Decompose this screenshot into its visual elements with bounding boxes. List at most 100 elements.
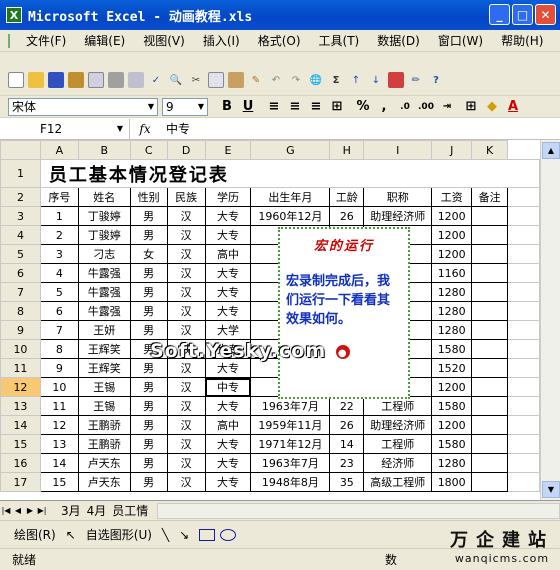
table-cell[interactable]: 男	[129, 415, 168, 435]
table-cell[interactable]: 23	[329, 453, 365, 473]
table-cell[interactable]: 1200	[431, 415, 473, 435]
undo-icon[interactable]: ↶	[268, 72, 284, 88]
table-cell[interactable]: 汉	[166, 377, 206, 397]
save-icon[interactable]	[48, 72, 64, 88]
table-cell[interactable]: 1959年11月	[250, 415, 331, 435]
table-cell[interactable]: 工程师	[363, 434, 433, 454]
sheet-title[interactable]: 员工基本情况登记表	[39, 159, 540, 188]
table-cell[interactable]: 王妍	[77, 320, 131, 340]
copy-icon[interactable]	[208, 72, 224, 88]
table-cell[interactable]: 牛露强	[77, 263, 131, 283]
table-cell[interactable]: 丁骏婷	[77, 206, 131, 226]
header-cell[interactable]: 民族	[166, 187, 206, 207]
empty-cell[interactable]	[507, 282, 540, 302]
header-cell[interactable]: 序号	[39, 187, 79, 207]
arrow-icon[interactable]: ↘	[179, 528, 189, 542]
help-icon[interactable]: ?	[428, 72, 444, 88]
row-header[interactable]: 15	[0, 434, 41, 454]
redo-icon[interactable]: ↷	[288, 72, 304, 88]
merge-center-icon[interactable]: ⊞	[328, 98, 346, 116]
table-cell[interactable]: 男	[129, 263, 168, 283]
insert-function-icon[interactable]: fx	[130, 122, 160, 136]
next-sheet-icon[interactable]: ▶	[24, 506, 36, 515]
cut-icon[interactable]: ✂	[188, 72, 204, 88]
row-header[interactable]: 5	[0, 244, 41, 264]
column-header[interactable]: G	[250, 140, 331, 160]
row-header[interactable]: 17	[0, 472, 41, 492]
table-cell[interactable]: 5	[39, 282, 79, 302]
permission-icon[interactable]	[68, 72, 84, 88]
table-cell[interactable]: 汉	[166, 472, 206, 492]
prev-sheet-icon[interactable]: ◀	[12, 506, 24, 515]
table-cell[interactable]: 王锡	[77, 377, 131, 397]
column-header[interactable]: H	[329, 140, 365, 160]
table-cell[interactable]	[471, 244, 509, 264]
table-cell[interactable]: 大专	[204, 472, 252, 492]
table-cell[interactable]	[471, 396, 509, 416]
table-cell[interactable]: 中专	[204, 377, 252, 397]
rectangle-icon[interactable]	[199, 528, 216, 541]
menu-data[interactable]: 数据(D)	[377, 32, 420, 49]
empty-cell[interactable]	[507, 377, 540, 397]
empty-cell[interactable]	[507, 339, 540, 359]
empty-cell[interactable]	[507, 415, 540, 435]
table-cell[interactable]	[471, 320, 509, 340]
format-painter-icon[interactable]: ✎	[248, 72, 264, 88]
table-cell[interactable]: 大专	[204, 434, 252, 454]
table-cell[interactable]: 大专	[204, 225, 252, 245]
column-header[interactable]: K	[471, 140, 509, 160]
empty-cell[interactable]	[507, 472, 540, 492]
table-cell[interactable]: 刁志	[77, 244, 131, 264]
fill-color-icon[interactable]: ◆	[483, 98, 501, 116]
row-header[interactable]: 1	[0, 159, 41, 188]
menu-view[interactable]: 视图(V)	[143, 32, 185, 49]
table-cell[interactable]	[471, 377, 509, 397]
table-cell[interactable]	[471, 339, 509, 359]
sheet-tab[interactable]: 3月	[58, 502, 84, 519]
table-cell[interactable]	[471, 206, 509, 226]
table-cell[interactable]: 1280	[431, 301, 473, 321]
table-cell[interactable]: 男	[129, 453, 168, 473]
comma-style-icon[interactable]: ,	[375, 98, 393, 116]
menu-insert[interactable]: 插入(I)	[203, 32, 240, 49]
table-cell[interactable]: 高中	[204, 244, 252, 264]
sort-descending-icon[interactable]: ↓	[368, 72, 384, 88]
row-header[interactable]: 4	[0, 225, 41, 245]
table-cell[interactable]: 大专	[204, 301, 252, 321]
sort-ascending-icon[interactable]: ↑	[348, 72, 364, 88]
table-cell[interactable]: 11	[39, 396, 79, 416]
table-cell[interactable]: 王锡	[77, 396, 131, 416]
table-cell[interactable]: 1800	[431, 472, 473, 492]
empty-cell[interactable]	[507, 434, 540, 454]
oval-icon[interactable]	[220, 528, 237, 541]
align-right-icon[interactable]: ≡	[307, 98, 325, 116]
table-cell[interactable]: 大专	[204, 206, 252, 226]
column-header[interactable]: C	[129, 140, 168, 160]
scroll-up-icon[interactable]: ▲	[542, 142, 560, 159]
table-cell[interactable]	[471, 358, 509, 378]
row-header[interactable]: 11	[0, 358, 41, 378]
table-cell[interactable]	[471, 434, 509, 454]
table-cell[interactable]: 1948年8月	[250, 472, 331, 492]
table-cell[interactable]	[471, 415, 509, 435]
table-cell[interactable]: 助理经济师	[363, 206, 433, 226]
research-icon[interactable]: 🔍	[168, 72, 184, 88]
table-cell[interactable]: 1963年7月	[250, 396, 331, 416]
vertical-scrollbar[interactable]: ▲ ▼	[540, 140, 560, 500]
worksheet-grid[interactable]: A B C D F E G H I J K 1员工基本情况登记表2序号姓名性别民…	[0, 140, 540, 500]
table-cell[interactable]: 汉	[166, 301, 206, 321]
menu-help[interactable]: 帮助(H)	[501, 32, 543, 49]
email-icon[interactable]	[88, 72, 104, 88]
header-cell[interactable]: 工资	[431, 187, 473, 207]
table-cell[interactable]	[471, 282, 509, 302]
table-cell[interactable]: 1160	[431, 263, 473, 283]
table-cell[interactable]: 汉	[166, 282, 206, 302]
table-cell[interactable]: 4	[39, 263, 79, 283]
table-cell[interactable]: 男	[129, 377, 168, 397]
table-cell[interactable]: 1580	[431, 339, 473, 359]
table-cell[interactable]: 3	[39, 244, 79, 264]
header-cell[interactable]: 姓名	[77, 187, 131, 207]
row-header[interactable]: 16	[0, 453, 41, 473]
empty-cell[interactable]	[507, 263, 540, 283]
table-cell[interactable]: 丁骏婷	[77, 225, 131, 245]
